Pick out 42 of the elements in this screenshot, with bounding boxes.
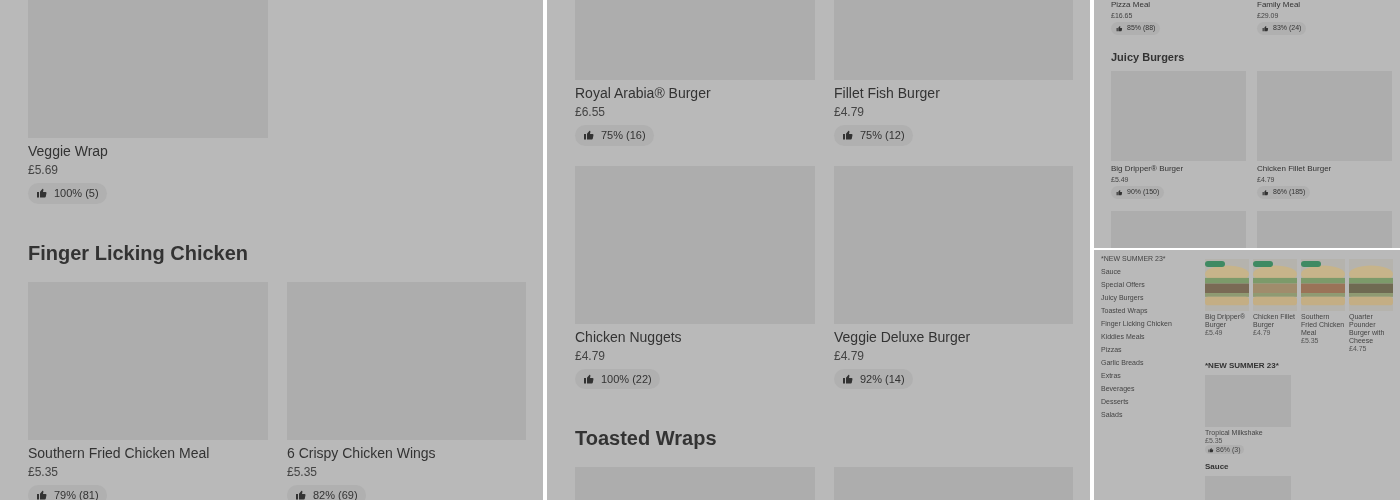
thumbs-up-icon [1262, 188, 1269, 196]
thumbs-up-icon [583, 129, 595, 142]
section-heading: Finger Licking Chicken [28, 240, 250, 266]
rating-text: 100% (22) [601, 371, 652, 387]
thumbs-up-icon [583, 372, 595, 385]
thumbs-up-icon [1116, 24, 1123, 32]
item-name[interactable]: 6 Crispy Chicken Wings [287, 443, 526, 462]
thumbs-up-icon [842, 372, 854, 385]
thumbs-up-icon [1116, 188, 1123, 196]
item-name[interactable]: Southern Fried Chicken Meal [28, 443, 268, 462]
section-heading: Toasted Wraps [575, 426, 718, 451]
rating-text: 100% (5) [54, 186, 99, 201]
item-price: £5.35 [28, 463, 60, 480]
item-name[interactable]: Veggie Deluxe Burger [834, 327, 1073, 346]
item-price: £4.79 [575, 347, 607, 364]
item-price: £5.35 [287, 463, 319, 480]
item-name[interactable]: Royal Arabia® Burger [575, 84, 815, 102]
thumbs-up-icon [1262, 24, 1269, 32]
section-heading: Sauce [1205, 461, 1230, 473]
rating-text: 82% (69) [313, 487, 358, 500]
item-name[interactable]: Veggie Wrap [28, 142, 268, 160]
item-price: £5.69 [28, 162, 60, 178]
thumbs-up-icon [1208, 446, 1214, 453]
thumbs-up-icon [36, 187, 48, 200]
item-name[interactable]: Pizza Meal [1111, 0, 1246, 10]
rating-text: 75% (12) [860, 128, 905, 143]
item-price: £4.79 [834, 347, 866, 364]
item-price: £4.79 [834, 104, 866, 120]
rating-text: 79% (81) [54, 487, 99, 500]
thumbs-up-icon [295, 488, 307, 500]
item-name[interactable]: Family Meal [1257, 0, 1392, 10]
thumbs-up-icon [36, 488, 48, 500]
item-name[interactable]: Chicken Fillet Burger [1257, 164, 1392, 174]
section-heading: Juicy Burgers [1111, 49, 1186, 65]
section-heading: *NEW SUMMER 23* [1205, 360, 1280, 372]
item-price: £6.55 [575, 104, 607, 120]
item-name[interactable]: Chicken Nuggets [575, 327, 815, 346]
item-name[interactable]: Fillet Fish Burger [834, 84, 1073, 102]
item-name[interactable]: Big Dripper® Burger [1111, 164, 1246, 174]
rating-text: 75% (16) [601, 128, 646, 143]
thumbs-up-icon [842, 129, 854, 142]
rating-text: 92% (14) [860, 371, 905, 387]
